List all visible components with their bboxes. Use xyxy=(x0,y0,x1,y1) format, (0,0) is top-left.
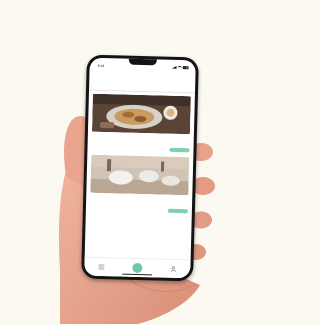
wifi-icon xyxy=(177,65,182,70)
profile-icon[interactable] xyxy=(169,265,177,273)
phone-screen: 9:41 xyxy=(84,57,196,279)
tab-bar xyxy=(89,80,196,94)
feed-list xyxy=(90,93,191,219)
status-bar: 9:41 xyxy=(98,62,189,71)
add-icon[interactable] xyxy=(132,262,143,274)
card-image-table[interactable] xyxy=(90,154,190,196)
table-photo xyxy=(90,154,190,196)
card-image-food[interactable] xyxy=(91,93,191,135)
feed-card[interactable] xyxy=(91,93,191,153)
card-action-button[interactable] xyxy=(169,147,190,152)
battery-icon xyxy=(182,66,189,70)
status-time: 9:41 xyxy=(97,63,105,68)
list-icon[interactable] xyxy=(98,263,106,271)
card-action-button[interactable] xyxy=(167,208,188,213)
scene: 9:41 xyxy=(0,0,266,325)
app-header xyxy=(89,71,195,82)
signal-icon xyxy=(172,66,177,69)
card-footer xyxy=(90,206,188,214)
bottom-navigation xyxy=(84,256,191,279)
smartphone: 9:41 xyxy=(81,54,199,282)
food-photo xyxy=(91,93,191,135)
card-footer xyxy=(91,145,190,153)
feed-card[interactable] xyxy=(90,154,190,214)
status-icons xyxy=(172,65,189,70)
